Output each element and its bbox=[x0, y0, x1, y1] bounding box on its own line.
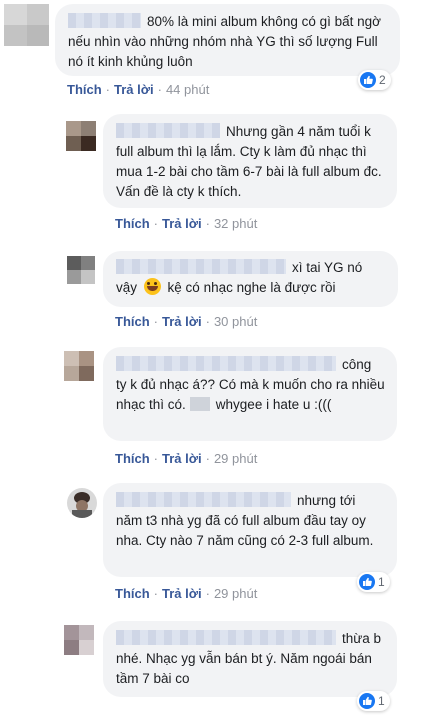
comment-bubble: thừa b nhé. Nhạc yg vẫn bán bt ý. Năm ng… bbox=[103, 621, 397, 697]
avatar[interactable] bbox=[64, 351, 94, 381]
comment-actions: Thích · Trả lời · 44 phút bbox=[67, 82, 210, 97]
comment-text-continued: whygee i hate u :((( bbox=[215, 397, 332, 412]
timestamp[interactable]: 29 phút bbox=[214, 451, 257, 466]
avatar[interactable] bbox=[4, 4, 49, 46]
comment-bubble: Nhưng gần 4 năm tuổi k full album thì lạ… bbox=[103, 114, 397, 208]
author-name[interactable] bbox=[116, 630, 336, 645]
author-name[interactable] bbox=[116, 356, 336, 371]
avatar[interactable] bbox=[64, 625, 94, 655]
author-name[interactable] bbox=[116, 492, 291, 507]
avatar[interactable] bbox=[67, 488, 97, 518]
reply-link[interactable]: Trả lời bbox=[162, 451, 202, 466]
like-icon bbox=[360, 72, 376, 88]
comment-actions: Thích · Trả lời · 29 phút bbox=[115, 586, 258, 601]
avatar[interactable] bbox=[67, 256, 95, 284]
like-link[interactable]: Thích bbox=[115, 586, 150, 601]
reply-link[interactable]: Trả lời bbox=[114, 82, 154, 97]
comment-actions: Thích · Trả lời · 30 phút bbox=[115, 314, 258, 329]
reaction-count[interactable]: 1 bbox=[357, 691, 390, 711]
timestamp[interactable]: 30 phút bbox=[214, 314, 257, 329]
author-name[interactable] bbox=[116, 123, 220, 138]
timestamp[interactable]: 29 phút bbox=[214, 586, 257, 601]
comment-bubble: nhưng tới năm t3 nhà yg đã có full album… bbox=[103, 483, 397, 577]
reply-link[interactable]: Trả lời bbox=[162, 216, 202, 231]
like-link[interactable]: Thích bbox=[115, 451, 150, 466]
laughing-emoji-icon bbox=[143, 278, 161, 295]
like-icon bbox=[359, 574, 375, 590]
reply-link[interactable]: Trả lời bbox=[162, 586, 202, 601]
author-name[interactable] bbox=[68, 13, 141, 28]
reaction-count[interactable]: 2 bbox=[358, 70, 391, 90]
comment-actions: Thích · Trả lời · 32 phút bbox=[115, 216, 258, 231]
comment-bubble: xì tai YG nó vậy kệ có nhạc nghe là được… bbox=[103, 251, 398, 307]
comment-actions: Thích · Trả lời · 29 phút bbox=[115, 451, 258, 466]
like-link[interactable]: Thích bbox=[115, 216, 150, 231]
mention-tag[interactable] bbox=[189, 397, 210, 411]
avatar[interactable] bbox=[66, 121, 96, 151]
author-name[interactable] bbox=[116, 259, 286, 274]
reply-link[interactable]: Trả lời bbox=[162, 314, 202, 329]
comment-bubble: 80% là mini album không có gì bất ngờ nế… bbox=[55, 4, 400, 76]
reaction-count[interactable]: 1 bbox=[357, 572, 390, 592]
timestamp[interactable]: 44 phút bbox=[166, 82, 209, 97]
comment-bubble: công ty k đủ nhạc á?? Có mà k muốn cho r… bbox=[103, 347, 397, 441]
like-icon bbox=[359, 693, 375, 709]
timestamp[interactable]: 32 phút bbox=[214, 216, 257, 231]
like-link[interactable]: Thích bbox=[67, 82, 102, 97]
comment-text-continued: kệ có nhạc nghe là được rồi bbox=[167, 280, 336, 295]
like-link[interactable]: Thích bbox=[115, 314, 150, 329]
